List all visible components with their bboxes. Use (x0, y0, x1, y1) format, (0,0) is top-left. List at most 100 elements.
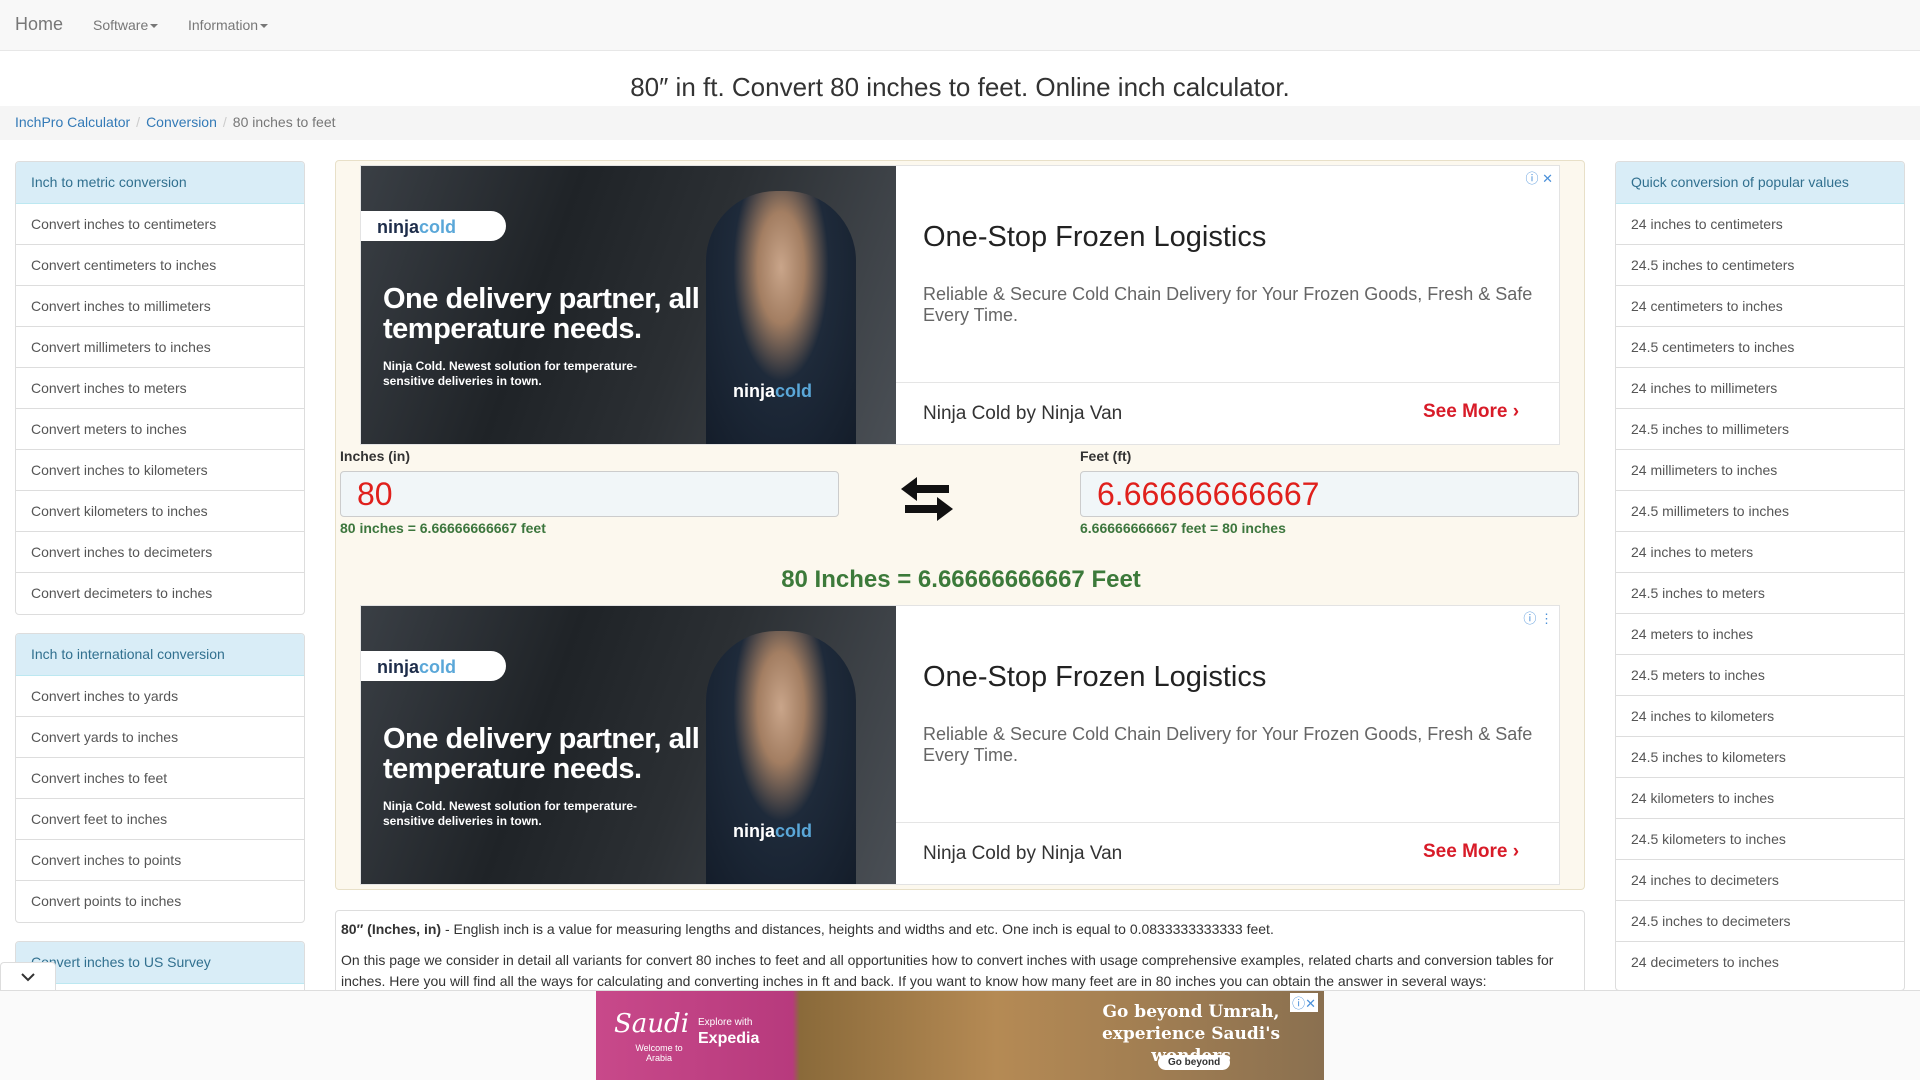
list-item[interactable]: 24.5 inches to meters (1616, 573, 1904, 614)
bottom-ad-button[interactable]: Go beyond (1158, 1055, 1231, 1070)
ad-see-more-button[interactable]: See More › (1423, 841, 1519, 863)
ad-see-more-button[interactable]: See More › (1423, 401, 1519, 423)
list-item[interactable]: Convert inches to centimeters (16, 204, 304, 245)
ad-title: One-Stop Frozen Logistics (923, 661, 1267, 693)
breadcrumb-separator: / (136, 114, 141, 130)
international-list-heading[interactable]: Inch to international conversion (16, 634, 304, 676)
converter-panel: ninjacold One delivery partner, all temp… (335, 160, 1585, 890)
feet-label: Feet (ft) (1080, 448, 1132, 464)
chevron-right-icon: › (1512, 841, 1520, 862)
more-vert-icon[interactable]: ⋮ (1540, 611, 1553, 626)
list-item[interactable]: 24 inches to millimeters (1616, 368, 1904, 409)
list-item[interactable]: 24.5 inches to decimeters (1616, 901, 1904, 942)
bottom-ad-banner[interactable]: Saudi Welcome to Arabia Explore with Expe… (596, 991, 1324, 1080)
ninjacold-shirt-logo: ninjacold (733, 821, 812, 842)
nav-software-dropdown[interactable]: Software (93, 17, 159, 33)
feet-input[interactable] (1080, 471, 1579, 517)
inches-label: Inches (in) (340, 448, 411, 464)
collapse-ad-button[interactable] (0, 962, 56, 990)
saudi-logo: Saudi (614, 1009, 690, 1039)
breadcrumb-home-link[interactable]: InchPro Calculator (15, 114, 130, 130)
close-icon[interactable]: ✕ (1305, 996, 1316, 1011)
list-item[interactable]: 24.5 inches to millimeters (1616, 409, 1904, 450)
inches-note: 80 inches = 6.66666666667 feet (340, 520, 546, 536)
list-item[interactable]: 24 decimeters to inches (1616, 942, 1904, 983)
info-term: 80″ (Inches, in) (341, 921, 442, 937)
middle-ad-banner[interactable]: ninjacold One delivery partner, all temp… (360, 605, 1560, 885)
ad-divider (896, 382, 1559, 383)
list-item[interactable]: 24 centimeters to inches (1616, 286, 1904, 327)
ninjacold-logo: ninjacold (361, 651, 506, 681)
top-ad-banner[interactable]: ninjacold One delivery partner, all temp… (360, 165, 1560, 445)
list-item[interactable]: Convert inches to yards (16, 676, 304, 717)
info-paragraph-2: On this page we consider in detail all v… (341, 952, 1554, 989)
ad-description: Reliable & Secure Cold Chain Delivery fo… (923, 284, 1533, 325)
ad-company: Ninja Cold by Ninja Van (923, 843, 1123, 864)
inches-input[interactable] (340, 471, 839, 517)
info-icon[interactable]: ⓘ (1292, 996, 1305, 1011)
ad-description: Reliable & Secure Cold Chain Delivery fo… (923, 724, 1533, 765)
info-icon[interactable]: ⓘ (1523, 611, 1536, 626)
logo-ninja: ninja (377, 657, 420, 677)
chevron-down-icon (21, 973, 35, 982)
list-item[interactable]: Convert inches to points (16, 840, 304, 881)
ad-headline: One delivery partner, all temperature ne… (383, 723, 700, 785)
logo-cold: cold (419, 657, 457, 677)
list-item[interactable]: 24.5 inches to centimeters (1616, 245, 1904, 286)
list-item[interactable]: 24.5 millimeters to inches (1616, 491, 1904, 532)
list-item[interactable]: Convert points to inches (16, 881, 304, 922)
list-item[interactable]: Convert meters to inches (16, 409, 304, 450)
metric-conversion-list: Inch to metric conversion Convert inches… (15, 161, 305, 615)
list-item[interactable]: 24 inches to decimeters (1616, 860, 1904, 901)
ad-choices[interactable]: ⓘ ✕ (1525, 168, 1553, 187)
ad-divider (896, 822, 1559, 823)
us-survey-list-heading[interactable]: Convert inches to US Survey (16, 942, 304, 984)
list-item[interactable]: Convert feet to inches (16, 799, 304, 840)
list-item[interactable]: Convert decimeters to inches (16, 573, 304, 614)
metric-list-heading[interactable]: Inch to metric conversion (16, 162, 304, 204)
logo-ninja: ninja (733, 821, 776, 841)
list-item[interactable]: 24 millimeters to inches (1616, 450, 1904, 491)
breadcrumb: InchPro Calculator / Conversion / 80 inches … (0, 106, 1920, 140)
page-title: 80″ in ft. Convert 80 inches to feet. On… (630, 72, 1290, 102)
list-item[interactable]: Convert yards to inches (16, 717, 304, 758)
ad-cta-label: See More (1423, 401, 1508, 422)
nav-software-label: Software (93, 17, 149, 33)
swap-arrows-icon[interactable] (899, 471, 955, 527)
ninjacold-logo: ninjacold (361, 211, 506, 241)
breadcrumb-conversion-link[interactable]: Conversion (146, 114, 217, 130)
list-item[interactable]: 24 kilometers to inches (1616, 778, 1904, 819)
list-item[interactable]: Convert centimeters to inches (16, 245, 304, 286)
list-item[interactable]: 24.5 centimeters to inches (1616, 327, 1904, 368)
list-item[interactable]: 24 inches to kilometers (1616, 696, 1904, 737)
nav-information-dropdown[interactable]: Information (188, 17, 269, 33)
list-item[interactable]: Convert inches to meters (16, 368, 304, 409)
list-item[interactable]: 24 inches to centimeters (1616, 204, 1904, 245)
ad-headline: One delivery partner, all temperature ne… (383, 283, 700, 345)
logo-ninja: ninja (733, 381, 776, 401)
list-item[interactable]: Convert inches to decimeters (16, 532, 304, 573)
ad-choices[interactable]: ⓘ ⋮ (1523, 608, 1553, 627)
expedia-name: Expedia (698, 1030, 760, 1047)
list-item[interactable]: 24.5 kilometers to inches (1616, 819, 1904, 860)
list-item[interactable]: Convert inches to feet (16, 758, 304, 799)
caret-down-icon (150, 24, 159, 29)
popular-list-heading: Quick conversion of popular values (1616, 162, 1904, 204)
list-item[interactable]: Convert inches to millimeters (16, 286, 304, 327)
list-item[interactable]: 24 inches to meters (1616, 532, 1904, 573)
list-item[interactable]: Convert kilometers to inches (16, 491, 304, 532)
expedia-prefix: Explore with (698, 1017, 753, 1028)
ad-image: ninjacold One delivery partner, all temp… (361, 166, 896, 444)
nav-home-link[interactable]: Home (15, 14, 63, 35)
ad-choices[interactable]: ⓘ✕ (1290, 993, 1318, 1012)
top-navbar: Home Software Information (0, 0, 1920, 51)
logo-cold: cold (419, 217, 457, 237)
list-item[interactable]: Convert inches to kilometers (16, 450, 304, 491)
list-item[interactable]: 24 meters to inches (1616, 614, 1904, 655)
list-item[interactable]: 24.5 inches to kilometers (1616, 737, 1904, 778)
list-item[interactable]: Convert millimeters to inches (16, 327, 304, 368)
close-icon[interactable]: ✕ (1542, 171, 1553, 186)
list-item[interactable]: 24.5 meters to inches (1616, 655, 1904, 696)
info-icon[interactable]: ⓘ (1525, 171, 1538, 186)
ad-cta-label: See More (1423, 841, 1508, 862)
